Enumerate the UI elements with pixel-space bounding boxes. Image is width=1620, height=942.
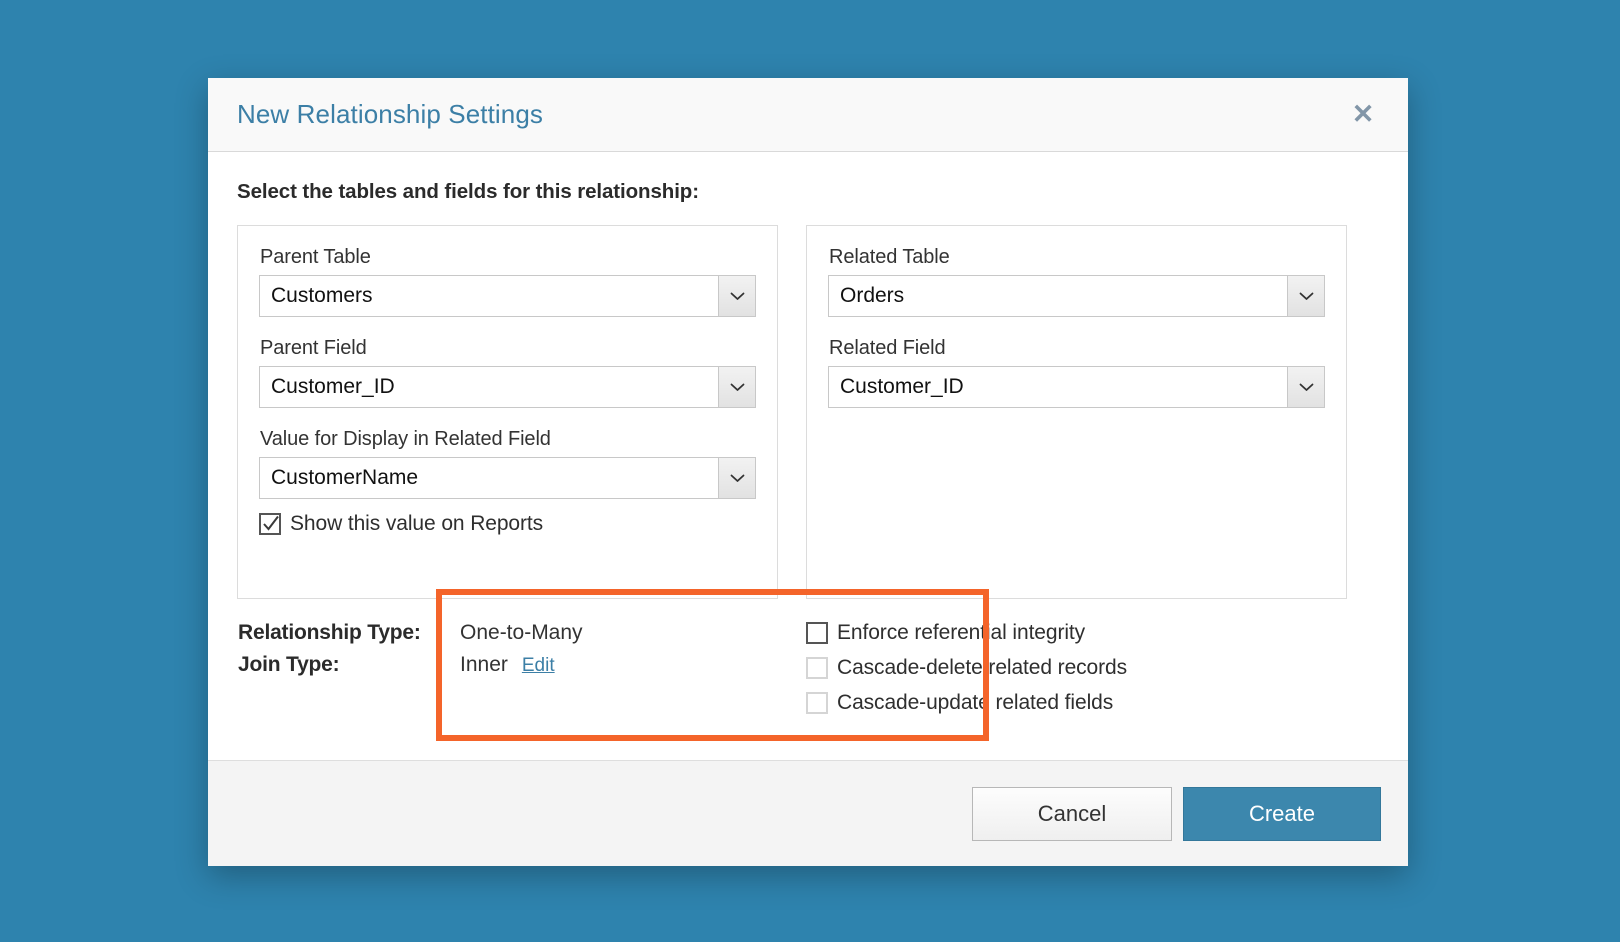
checkmark-icon (263, 515, 279, 533)
cascade-update-label: Cascade-update related fields (837, 691, 1114, 714)
display-value-select[interactable]: CustomerName (259, 457, 756, 499)
page-title: New Relationship Settings (237, 99, 543, 129)
parent-table-value: Customers (271, 284, 373, 307)
join-type-label: Join Type: (238, 653, 340, 676)
dialog-footer: Cancel Create (208, 760, 1408, 866)
chevron-down-icon[interactable] (1287, 367, 1324, 407)
panels-container: Parent Table Customers Parent Field Cust… (237, 225, 1379, 599)
parent-table-panel: Parent Table Customers Parent Field Cust… (237, 225, 778, 599)
show-on-reports-label: Show this value on Reports (290, 512, 544, 535)
bottom-row: Relationship Type: One-to-Many Join Type… (237, 621, 1379, 715)
parent-table-label: Parent Table (260, 246, 371, 268)
create-button[interactable]: Create (1183, 786, 1381, 841)
chevron-down-icon[interactable] (718, 458, 755, 498)
checkbox-box (806, 622, 828, 644)
edit-join-type-link[interactable]: Edit (522, 655, 555, 677)
parent-field-label: Parent Field (260, 337, 367, 359)
related-table-select[interactable]: Orders (828, 275, 1325, 317)
join-type-value: Inner (460, 653, 508, 676)
join-type-row: Join Type: Inner Edit (238, 653, 806, 677)
related-field-select[interactable]: Customer_ID (828, 366, 1325, 408)
display-value-value: CustomerName (271, 466, 419, 489)
enforce-referential-integrity-label: Enforce referential integrity (837, 621, 1086, 644)
instruction-text: Select the tables and fields for this re… (237, 180, 699, 203)
parent-field-select[interactable]: Customer_ID (259, 366, 756, 408)
dialog-body: Select the tables and fields for this re… (208, 152, 1408, 760)
new-relationship-dialog: New Relationship Settings ✕ Select the t… (208, 78, 1408, 866)
dialog-header: New Relationship Settings ✕ (208, 78, 1408, 152)
related-field-value: Customer_ID (840, 375, 964, 398)
cascade-update-checkbox[interactable]: Cascade-update related fields (806, 691, 1127, 715)
chevron-down-icon[interactable] (718, 276, 755, 316)
relationship-type-row: Relationship Type: One-to-Many (238, 621, 806, 645)
parent-table-select[interactable]: Customers (259, 275, 756, 317)
checkbox-box (259, 513, 281, 535)
cascade-delete-checkbox[interactable]: Cascade-delete related records (806, 656, 1127, 680)
related-table-panel: Related Table Orders Related Field Custo… (806, 225, 1347, 599)
display-value-label: Value for Display in Related Field (260, 428, 551, 450)
related-field-label: Related Field (829, 337, 946, 359)
close-icon[interactable]: ✕ (1346, 98, 1380, 132)
cancel-button[interactable]: Cancel (972, 786, 1172, 841)
checkbox-box (806, 692, 828, 714)
enforce-referential-integrity-checkbox[interactable]: Enforce referential integrity (806, 621, 1127, 645)
chevron-down-icon[interactable] (718, 367, 755, 407)
cascade-delete-label: Cascade-delete related records (837, 656, 1127, 679)
relationship-type-value: One-to-Many (460, 621, 583, 644)
relationship-type-label: Relationship Type: (238, 621, 421, 644)
parent-field-value: Customer_ID (271, 375, 395, 398)
related-table-label: Related Table (829, 246, 950, 268)
chevron-down-icon[interactable] (1287, 276, 1324, 316)
related-table-value: Orders (840, 284, 905, 307)
integrity-options-group: Enforce referential integrity Cascade-de… (806, 621, 1127, 715)
show-on-reports-checkbox[interactable]: Show this value on Reports (259, 512, 756, 536)
checkbox-box (806, 657, 828, 679)
relationship-summary: Relationship Type: One-to-Many Join Type… (237, 621, 806, 715)
